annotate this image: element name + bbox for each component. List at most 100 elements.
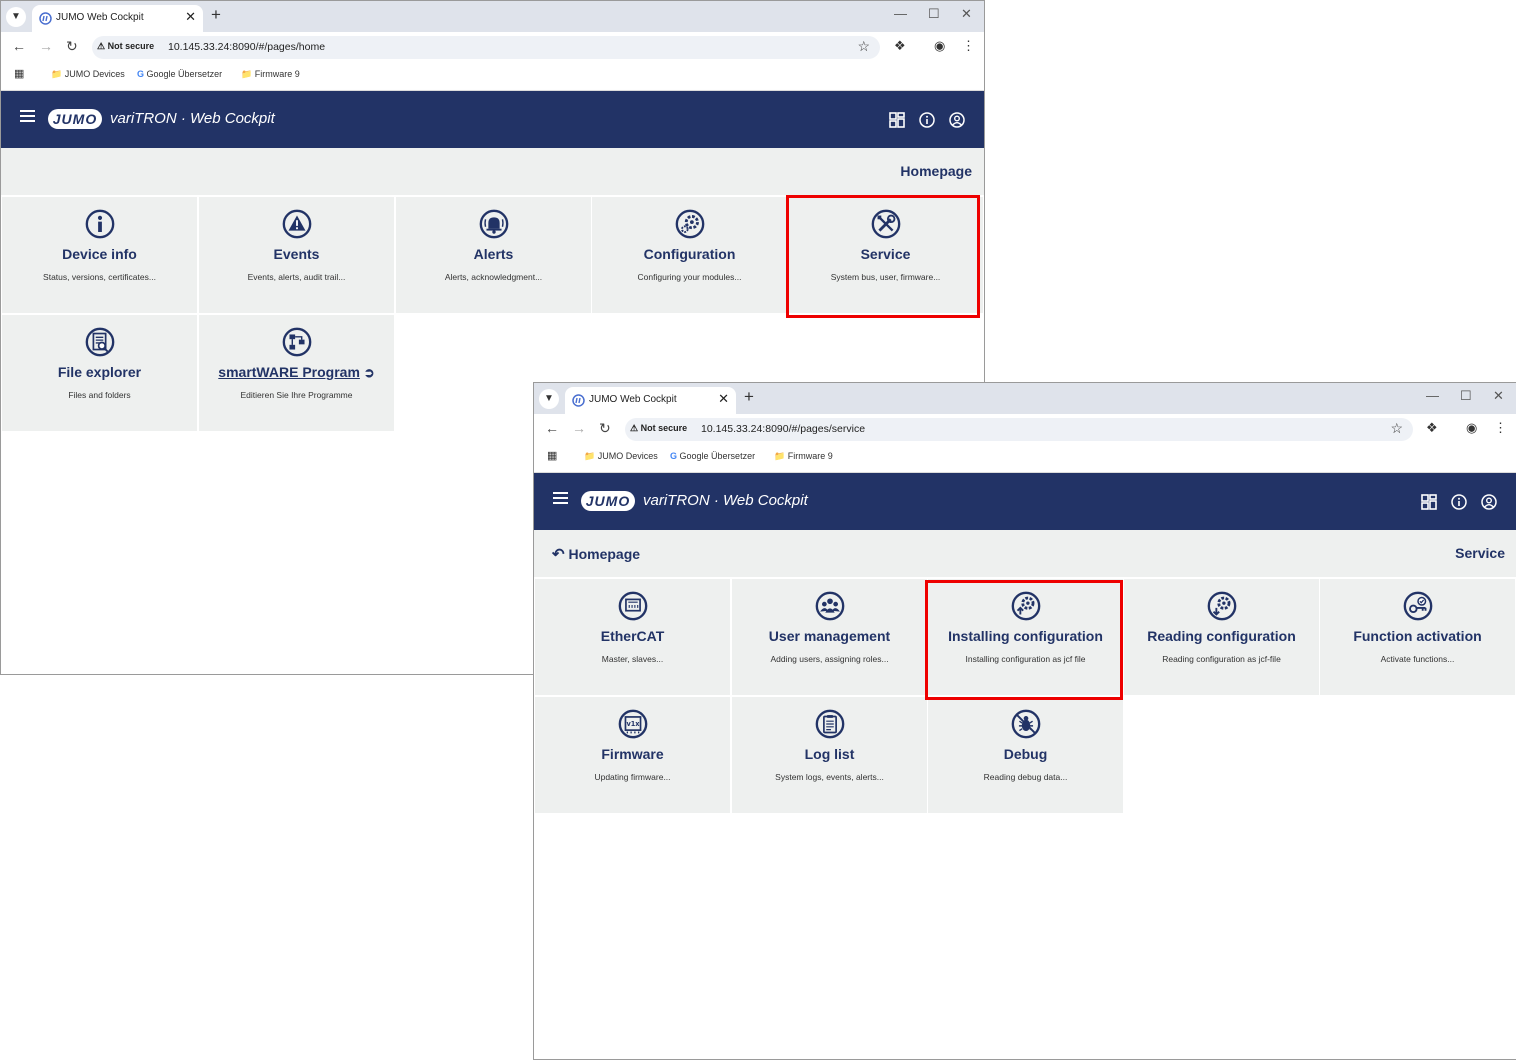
tile-installing-configuration[interactable]: Installing configuration Installing conf… bbox=[928, 579, 1123, 695]
tile-title: Reading configuration bbox=[1147, 628, 1296, 644]
tile-title: Log list bbox=[804, 746, 855, 762]
open-external-icon: ➲ bbox=[363, 365, 375, 380]
address-bar[interactable]: ⚠ Not secure 10.145.33.24:8090/#/pages/h… bbox=[92, 36, 880, 59]
bookmarks-bar: ▦ 📁 JUMO Devices G Google Übersetzer 📁 F… bbox=[534, 445, 1516, 473]
address-bar[interactable]: ⚠ Not secure 10.145.33.24:8090/#/pages/s… bbox=[625, 418, 1413, 441]
profile-icon[interactable]: ◉ bbox=[934, 38, 945, 54]
tile-events[interactable]: Events Events, alerts, audit trail... bbox=[199, 197, 394, 313]
dashboard-grid-icon[interactable] bbox=[889, 112, 905, 128]
user-account-icon[interactable] bbox=[1481, 494, 1497, 510]
tile-subtitle: Master, slaves... bbox=[601, 654, 664, 664]
warning-icon: ⚠ bbox=[630, 423, 639, 433]
bookmark-jumo-devices[interactable]: 📁 JUMO Devices bbox=[51, 69, 125, 80]
tile-function-activation[interactable]: Function activation Activate functions..… bbox=[1320, 579, 1515, 695]
user-account-icon[interactable] bbox=[949, 112, 965, 128]
maximize-icon[interactable]: ☐ bbox=[1460, 388, 1472, 404]
tile-configuration[interactable]: Configuration Configuring your modules..… bbox=[592, 197, 787, 313]
browser-tab[interactable]: JUMO Web Cockpit ✕ bbox=[32, 5, 203, 32]
tile-log-list[interactable]: Log list System logs, events, alerts... bbox=[732, 697, 927, 813]
tile-file-explorer[interactable]: File explorer Files and folders bbox=[2, 315, 197, 431]
browser-menu-icon[interactable]: ⋮ bbox=[1494, 420, 1507, 436]
tile-user-management[interactable]: User management Adding users, assigning … bbox=[732, 579, 927, 695]
tile-subtitle: Activate functions... bbox=[1380, 654, 1455, 664]
url-text[interactable]: 10.145.33.24:8090/#/pages/service bbox=[701, 423, 865, 435]
bookmark-google-translate[interactable]: G Google Übersetzer bbox=[137, 69, 222, 79]
tile-service[interactable]: Service System bus, user, firmware... bbox=[788, 197, 983, 313]
page-content: ↶ Homepage Service EtherCAT Master, slav… bbox=[534, 530, 1516, 1059]
tile-device-info[interactable]: Device info Status, versions, certificat… bbox=[2, 197, 197, 313]
dashboard-grid-icon[interactable] bbox=[1421, 494, 1437, 510]
info-icon[interactable] bbox=[1451, 494, 1467, 510]
tile-title: Configuration bbox=[643, 246, 736, 262]
tab-close-icon[interactable]: ✕ bbox=[718, 391, 729, 407]
page-title: Service bbox=[1455, 545, 1505, 561]
file-search-icon bbox=[84, 326, 116, 358]
tab-search-dropdown[interactable]: ▼ bbox=[539, 389, 559, 409]
tile-title: EtherCAT bbox=[600, 628, 665, 644]
info-icon bbox=[84, 208, 116, 240]
translate-icon: G bbox=[137, 69, 145, 79]
tile-subtitle: Installing configuration as jcf file bbox=[965, 654, 1086, 664]
browser-menu-icon[interactable]: ⋮ bbox=[962, 38, 975, 54]
users-icon bbox=[814, 590, 846, 622]
back-to-homepage-link[interactable]: ↶ Homepage bbox=[552, 545, 640, 563]
close-window-icon[interactable]: ✕ bbox=[1493, 388, 1504, 404]
key-check-icon bbox=[1402, 590, 1434, 622]
back-icon[interactable]: ← bbox=[12, 38, 26, 54]
reload-icon[interactable]: ↻ bbox=[599, 420, 611, 437]
warning-icon: ⚠ bbox=[97, 41, 106, 51]
tile-debug[interactable]: Debug Reading debug data... bbox=[928, 697, 1123, 813]
gear-upload-icon bbox=[1010, 590, 1042, 622]
forward-icon[interactable]: → bbox=[39, 38, 53, 54]
maximize-icon[interactable]: ☐ bbox=[928, 6, 940, 22]
extensions-icon[interactable]: ❖ bbox=[1426, 420, 1438, 436]
browser-toolbar: ← → ↻ ⚠ Not secure 10.145.33.24:8090/#/p… bbox=[534, 414, 1516, 445]
translate-icon: G bbox=[670, 451, 678, 461]
tile-reading-configuration[interactable]: Reading configuration Reading configurat… bbox=[1124, 579, 1319, 695]
tile-smartware-program[interactable]: smartWARE Program ➲ Editieren Sie Ihre P… bbox=[199, 315, 394, 431]
tile-alerts[interactable]: Alerts Alerts, acknowledgment... bbox=[396, 197, 591, 313]
tab-close-icon[interactable]: ✕ bbox=[185, 9, 196, 25]
bookmark-star-icon[interactable]: ☆ bbox=[1390, 420, 1403, 437]
log-list-icon bbox=[814, 708, 846, 740]
tile-title: Events bbox=[273, 246, 320, 262]
bookmark-firmware-9[interactable]: 📁 Firmware 9 bbox=[241, 69, 300, 80]
apps-grid-icon[interactable]: ▦ bbox=[14, 67, 24, 80]
extensions-icon[interactable]: ❖ bbox=[894, 38, 906, 54]
forward-icon[interactable]: → bbox=[572, 420, 586, 436]
tile-subtitle: Events, alerts, audit trail... bbox=[247, 272, 346, 282]
new-tab-icon[interactable]: + bbox=[744, 387, 754, 407]
new-tab-icon[interactable]: + bbox=[211, 5, 221, 25]
hamburger-menu-icon[interactable] bbox=[553, 491, 569, 505]
not-secure-indicator[interactable]: ⚠ Not secure bbox=[630, 423, 687, 434]
app-brand-title: variTRON · Web Cockpit bbox=[643, 492, 808, 509]
profile-icon[interactable]: ◉ bbox=[1466, 420, 1477, 436]
url-text[interactable]: 10.145.33.24:8090/#/pages/home bbox=[168, 41, 325, 53]
bookmark-google-translate[interactable]: G Google Übersetzer bbox=[670, 451, 755, 461]
tab-title: JUMO Web Cockpit bbox=[56, 12, 144, 23]
firmware-chip-icon bbox=[617, 708, 649, 740]
minimize-icon[interactable]: — bbox=[1426, 388, 1439, 403]
bookmark-firmware-9[interactable]: 📁 Firmware 9 bbox=[774, 451, 833, 462]
tab-search-dropdown[interactable]: ▼ bbox=[6, 7, 26, 27]
back-icon[interactable]: ← bbox=[545, 420, 559, 436]
not-secure-indicator[interactable]: ⚠ Not secure bbox=[97, 41, 154, 52]
bookmark-jumo-devices[interactable]: 📁 JUMO Devices bbox=[584, 451, 658, 462]
tile-firmware[interactable]: Firmware Updating firmware... bbox=[535, 697, 730, 813]
tile-title: Function activation bbox=[1353, 628, 1482, 644]
reload-icon[interactable]: ↻ bbox=[66, 38, 78, 55]
close-window-icon[interactable]: ✕ bbox=[961, 6, 972, 22]
hamburger-menu-icon[interactable] bbox=[20, 109, 36, 123]
tile-subtitle: Reading configuration as jcf-file bbox=[1162, 654, 1281, 664]
tile-title: File explorer bbox=[57, 364, 142, 380]
minimize-icon[interactable]: — bbox=[894, 6, 907, 21]
bookmark-star-icon[interactable]: ☆ bbox=[857, 38, 870, 55]
bookmarks-bar: ▦ 📁 JUMO Devices G Google Übersetzer 📁 F… bbox=[1, 63, 984, 91]
tile-title: Debug bbox=[1003, 746, 1048, 762]
apps-grid-icon[interactable]: ▦ bbox=[547, 449, 557, 462]
tile-ethercat[interactable]: EtherCAT Master, slaves... bbox=[535, 579, 730, 695]
info-icon[interactable] bbox=[919, 112, 935, 128]
page-title: Homepage bbox=[900, 163, 972, 179]
browser-tab[interactable]: JUMO Web Cockpit ✕ bbox=[565, 387, 736, 414]
tile-title-link[interactable]: smartWARE Program ➲ bbox=[199, 364, 394, 381]
